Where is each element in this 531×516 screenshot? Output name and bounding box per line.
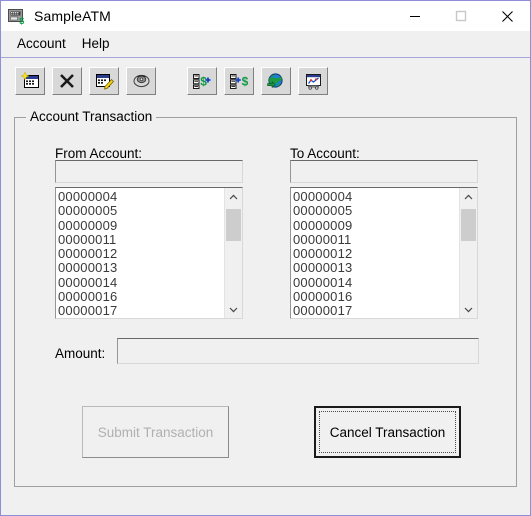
list-item[interactable]: 00000005 [293, 203, 459, 218]
close-icon [501, 10, 513, 22]
toolbar-edit-account-button[interactable] [89, 66, 119, 95]
amount-input[interactable] [117, 338, 479, 364]
close-button[interactable] [484, 1, 530, 31]
toolbar-print-button[interactable] [126, 66, 156, 95]
list-item[interactable]: 00000017 [293, 304, 459, 318]
list-item[interactable]: 00000017 [58, 304, 224, 318]
toolbar-deposit-button[interactable]: $ [187, 66, 217, 95]
deposit-icon: $ [193, 73, 211, 89]
list-item[interactable]: 00000013 [58, 261, 224, 276]
to-account-input[interactable] [290, 160, 478, 183]
atm-machine-icon: $ [8, 8, 26, 26]
cancel-transaction-button[interactable]: Cancel Transaction [314, 406, 461, 458]
amount-label: Amount: [55, 346, 106, 361]
list-item[interactable]: 00000016 [293, 289, 459, 304]
scroll-up-button[interactable] [225, 188, 242, 205]
client-area: Account Transaction From Account: 000000… [1, 103, 530, 515]
menu-item-account[interactable]: Account [9, 34, 74, 54]
from-account-input[interactable] [55, 160, 243, 183]
submit-transaction-button[interactable]: Submit Transaction [82, 406, 229, 458]
report-chart-icon [305, 73, 321, 90]
list-item[interactable]: 00000011 [58, 232, 224, 247]
cancel-transaction-label: Cancel Transaction [329, 424, 446, 440]
to-account-list-items: 00000004 00000005 00000009 00000011 0000… [291, 188, 459, 318]
chevron-down-icon [464, 307, 473, 312]
to-account-label: To Account: [290, 146, 360, 161]
from-account-label: From Account: [55, 146, 143, 161]
from-account-scrollbar[interactable] [224, 188, 242, 318]
toolbar-report-button[interactable] [298, 66, 328, 95]
menu-bar: Account Help [1, 31, 530, 58]
list-item[interactable]: 00000009 [58, 218, 224, 233]
edit-account-icon [95, 73, 114, 89]
svg-text:$: $ [242, 74, 249, 88]
new-account-icon [20, 71, 39, 88]
print-icon [133, 74, 149, 88]
list-item[interactable]: 00000014 [293, 275, 459, 290]
scroll-down-button[interactable] [225, 301, 242, 318]
chevron-up-icon [464, 194, 473, 199]
sample-atm-window: $ SampleATM Account Help $ $ Account Tra… [0, 0, 531, 516]
scroll-track[interactable] [225, 205, 242, 301]
toolbar-delete-account-button[interactable] [52, 66, 82, 95]
submit-transaction-label: Submit Transaction [97, 424, 214, 440]
scroll-thumb[interactable] [461, 209, 476, 241]
list-item[interactable]: 00000009 [293, 218, 459, 233]
maximize-button[interactable] [438, 1, 484, 31]
minimize-button[interactable] [392, 1, 438, 31]
minimize-icon [410, 16, 420, 17]
maximize-icon [455, 10, 467, 22]
list-item[interactable]: 00000016 [58, 289, 224, 304]
scroll-down-button[interactable] [460, 301, 477, 318]
withdraw-icon: $ [230, 73, 249, 89]
chevron-up-icon [229, 194, 238, 199]
to-account-listbox[interactable]: 00000004 00000005 00000009 00000011 0000… [290, 187, 478, 319]
list-item[interactable]: 00000004 [58, 189, 224, 204]
title-bar: $ SampleATM [1, 1, 530, 31]
list-item[interactable]: 00000005 [58, 203, 224, 218]
list-item[interactable]: 00000013 [293, 261, 459, 276]
list-item[interactable]: 00000012 [58, 246, 224, 261]
group-title: Account Transaction [26, 109, 157, 124]
toolbar-withdraw-button[interactable]: $ [224, 66, 254, 95]
transfer-globe-icon [267, 72, 283, 88]
delete-account-icon [60, 73, 74, 88]
list-item[interactable]: 00000014 [58, 275, 224, 290]
toolbar-transfer-button[interactable] [261, 66, 291, 95]
scroll-thumb[interactable] [226, 209, 241, 241]
svg-text:$: $ [200, 74, 207, 88]
menu-item-help[interactable]: Help [74, 34, 118, 54]
list-item[interactable]: 00000011 [293, 232, 459, 247]
chevron-down-icon [229, 307, 238, 312]
toolbar: $ $ [1, 58, 530, 103]
window-title: SampleATM [34, 8, 111, 24]
list-item[interactable]: 00000004 [293, 189, 459, 204]
svg-text:$: $ [19, 16, 24, 25]
from-account-listbox[interactable]: 00000004 00000005 00000009 00000011 0000… [55, 187, 243, 319]
scroll-up-button[interactable] [460, 188, 477, 205]
to-account-scrollbar[interactable] [459, 188, 477, 318]
toolbar-new-account-button[interactable] [15, 66, 45, 95]
from-account-list-items: 00000004 00000005 00000009 00000011 0000… [56, 188, 224, 318]
scroll-track[interactable] [460, 205, 477, 301]
list-item[interactable]: 00000012 [293, 246, 459, 261]
